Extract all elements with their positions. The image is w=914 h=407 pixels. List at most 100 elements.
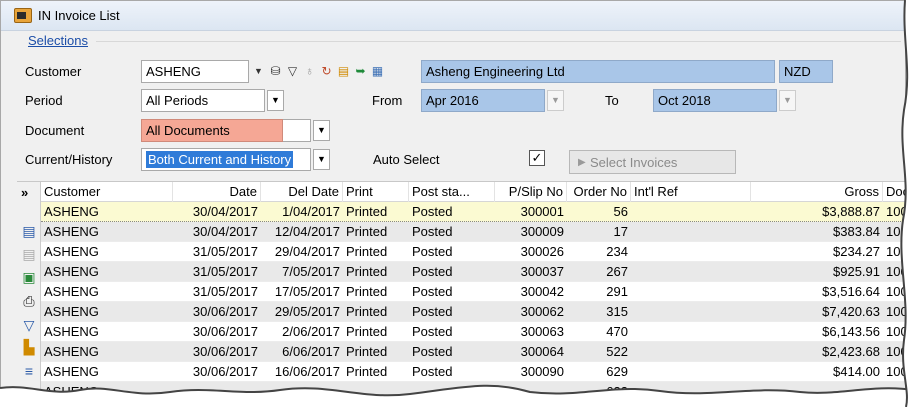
- cell-print: Printed: [346, 284, 388, 299]
- cell-pslip-no: 300026: [520, 244, 564, 259]
- current-history-dropdown-button[interactable]: ▼: [313, 149, 330, 170]
- customer-name-field: Asheng Engineering Ltd: [421, 60, 775, 83]
- cell-gross: $7,420.63: [822, 304, 880, 319]
- cell-del-date: 2/06/2017: [282, 324, 340, 339]
- document-dropdown-button[interactable]: ▼: [313, 120, 330, 141]
- cell-pslip-no: 300063: [520, 324, 564, 339]
- cell-print: Printed: [346, 364, 388, 379]
- table-row[interactable]: ASHENG 31/05/2017 29/04/2017 Printed Posted 3…: [41, 242, 905, 262]
- cell-pslip-no: 300009: [520, 224, 564, 239]
- col-gross[interactable]: Gross: [751, 182, 883, 202]
- cell-document: 1000: [886, 364, 905, 379]
- folder-icon: [14, 8, 32, 23]
- cell-date: [173, 382, 261, 399]
- cell-print: Printed: [346, 224, 388, 239]
- select-invoices-button[interactable]: ▶ Select Invoices: [569, 150, 736, 174]
- to-dropdown-button[interactable]: ▼: [779, 90, 796, 111]
- cell-intl-ref: [631, 382, 751, 399]
- period-select[interactable]: All Periods: [141, 89, 265, 112]
- table-row[interactable]: ASHENG 30/06/2017 6/06/2017 Printed Posted 30…: [41, 342, 905, 362]
- notes-icon[interactable]: ▤: [336, 63, 351, 79]
- cell-gross: $383.84: [833, 224, 880, 239]
- current-history-label: Current/History: [25, 152, 113, 167]
- cell-order-no: 291: [606, 284, 628, 299]
- list-icon[interactable]: ≡: [20, 362, 38, 380]
- divider: [96, 41, 901, 42]
- document-select[interactable]: All Documents: [141, 119, 283, 142]
- refresh-icon[interactable]: ↻: [319, 63, 334, 79]
- cell-customer: ASHENG: [44, 344, 99, 359]
- grid-filter-icon[interactable]: ▽: [20, 316, 38, 334]
- cell-order-no: 56: [613, 204, 628, 219]
- cell-del-date: 17/05/2017: [274, 284, 340, 299]
- cell-post-status: [409, 382, 495, 399]
- dropdown-arrow-icon[interactable]: ▼: [251, 63, 266, 79]
- customer-code-input[interactable]: ASHENG: [141, 60, 249, 83]
- cell-del-date: 29/05/2017: [274, 304, 340, 319]
- table-row[interactable]: ASHENG 30/06/2017 2/06/2017 Printed Posted 30…: [41, 322, 905, 342]
- cell-customer: ASHENG: [44, 304, 99, 319]
- cell-date: 30/04/2017: [192, 224, 258, 239]
- period-dropdown-button[interactable]: ▼: [267, 90, 284, 111]
- to-label: To: [605, 93, 619, 108]
- report-icon[interactable]: ▦: [370, 63, 385, 79]
- cell-date: 30/04/2017: [192, 204, 258, 219]
- cell-print: Printed: [346, 304, 388, 319]
- table-row[interactable]: ASHENG 30/04/2017 1/04/2017 Printed Posted 30…: [41, 202, 905, 222]
- auto-select-checkbox[interactable]: ✓: [529, 150, 545, 166]
- current-history-value: Both Current and History: [146, 151, 294, 168]
- cell-date: 30/06/2017: [192, 364, 258, 379]
- cell-pslip-no: [495, 382, 567, 399]
- cell-pslip-no: 300042: [520, 284, 564, 299]
- col-order-no[interactable]: Order No: [567, 182, 631, 202]
- cell-document: 1000: [886, 204, 905, 219]
- table-row[interactable]: ASHENG 30/06/2017 29/05/2017 Printed Posted 3…: [41, 302, 905, 322]
- cell-intl-ref: [631, 282, 751, 302]
- cell-order-no: 522: [606, 344, 628, 359]
- table-row[interactable]: ASHENG 30/04/2017 12/04/2017 Printed Posted 3…: [41, 222, 905, 242]
- col-document[interactable]: Docum: [883, 182, 905, 202]
- cell-order-no: 633: [606, 384, 628, 399]
- cell-pslip-no: 300037: [520, 264, 564, 279]
- cell-print: Printed: [346, 344, 388, 359]
- green-arrow-icon[interactable]: ➥: [353, 63, 368, 79]
- cell-document: 1000: [886, 284, 905, 299]
- col-post-status[interactable]: Post sta...: [409, 182, 495, 202]
- grid-header: Customer Date Del Date Print Post sta...…: [41, 182, 905, 202]
- table-row[interactable]: ASHENG 31/05/2017 17/05/2017 Printed Posted 3…: [41, 282, 905, 302]
- cell-pslip-no: 300064: [520, 344, 564, 359]
- table-row[interactable]: ASHENG 633: [41, 382, 905, 399]
- from-dropdown-button[interactable]: ▼: [547, 90, 564, 111]
- from-period-field[interactable]: Apr 2016: [421, 89, 545, 112]
- cell-document: 1000: [886, 244, 905, 259]
- cell-intl-ref: [631, 342, 751, 362]
- binoculars-icon[interactable]: ⛁: [268, 63, 283, 79]
- selections-heading[interactable]: Selections: [28, 33, 88, 48]
- lightbulb-icon[interactable]: ♁: [302, 63, 317, 79]
- expand-button[interactable]: »: [21, 185, 28, 200]
- cell-document: 1000: [886, 324, 905, 339]
- col-print[interactable]: Print: [343, 182, 409, 202]
- chart-icon[interactable]: ▙: [20, 338, 38, 356]
- cell-customer: ASHENG: [44, 284, 99, 299]
- to-period-field[interactable]: Oct 2018: [653, 89, 777, 112]
- col-pslip-no[interactable]: P/Slip No: [495, 182, 567, 202]
- remove-document-icon[interactable]: ▤: [20, 245, 38, 263]
- cell-date: 31/05/2017: [192, 284, 258, 299]
- col-del-date[interactable]: Del Date: [261, 182, 343, 202]
- col-intl-ref[interactable]: Int'l Ref: [631, 182, 751, 202]
- cell-gross: $925.91: [833, 264, 880, 279]
- add-document-icon[interactable]: ▤: [20, 222, 38, 240]
- cell-gross: $3,516.64: [822, 284, 880, 299]
- filter-icon[interactable]: ▽: [285, 63, 300, 79]
- col-customer[interactable]: Customer: [41, 182, 173, 202]
- edit-document-icon[interactable]: ▣: [20, 268, 38, 286]
- print-icon[interactable]: ⎙: [20, 292, 38, 310]
- cell-del-date: 7/05/2017: [282, 264, 340, 279]
- table-row[interactable]: ASHENG 30/06/2017 16/06/2017 Printed Posted 3…: [41, 362, 905, 382]
- invoice-grid: » ▤ ▤ ▣ ⎙ ▽ ▙ ≡ Customer Date Del Date P…: [17, 181, 905, 399]
- table-row[interactable]: ASHENG 31/05/2017 7/05/2017 Printed Posted 30…: [41, 262, 905, 282]
- col-date[interactable]: Date: [173, 182, 261, 202]
- cell-intl-ref: [631, 362, 751, 382]
- current-history-select[interactable]: Both Current and History: [141, 148, 311, 171]
